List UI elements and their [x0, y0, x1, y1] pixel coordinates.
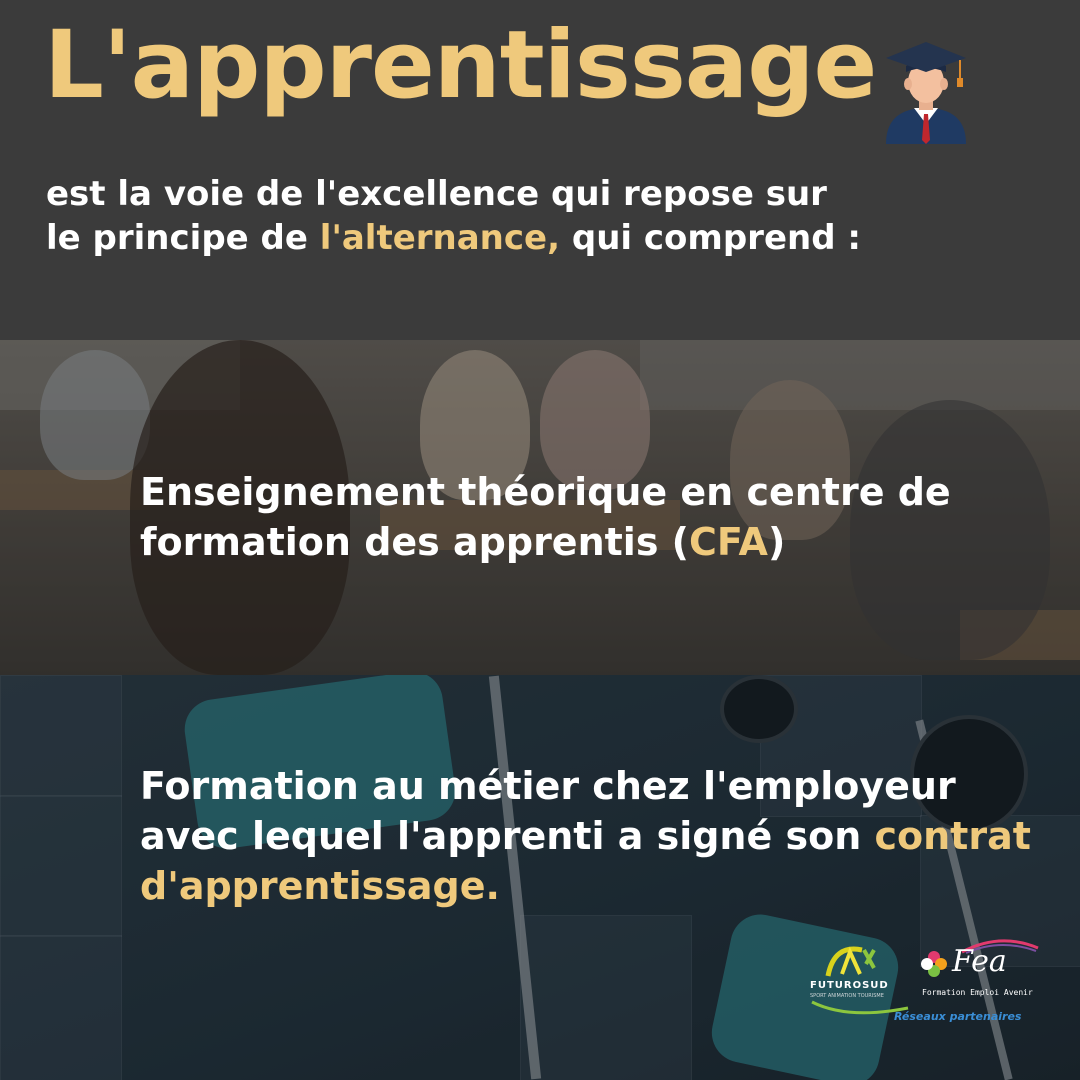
block2-line-1: Formation au métier chez l'employeur	[140, 764, 956, 808]
block1-line-2-after: )	[767, 520, 786, 564]
graduate-icon	[886, 42, 966, 144]
block2-line-2-before: avec lequel l'apprenti a signé son	[140, 814, 875, 858]
futurosud-name: FUTUROSUD	[810, 980, 889, 991]
fea-tagline: Formation Emploi Avenir	[922, 988, 1033, 997]
employer-text-block: Formation au métier chez l'employeur ave…	[140, 761, 1040, 911]
cfa-highlight: CFA	[689, 520, 768, 564]
block1-line-1: Enseignement théorique en centre de	[140, 470, 951, 514]
fea-flower-icon	[921, 951, 947, 977]
header-section: L'apprentissage est la voie de l'excelle…	[0, 0, 1080, 340]
fea-name: Fea	[952, 944, 1007, 979]
block1-line-2: formation des apprentis (CFA)	[140, 517, 1000, 567]
block2-line-3: d'apprentissage.	[140, 864, 500, 908]
futurosud-mark-icon	[825, 946, 876, 977]
intro-line-1: est la voie de l'excellence qui repose s…	[46, 174, 827, 214]
block1-line-2-before: formation des apprentis (	[140, 520, 690, 564]
fea-logo: Fea Formation Emploi Avenir	[920, 939, 1039, 1000]
cfa-text-block: Enseignement théorique en centre de form…	[140, 467, 1000, 567]
intro-line-2-before: le principe de	[46, 218, 320, 258]
futurosud-logo: FUTUROSUD SPORT ANIMATION TOURISME	[808, 940, 913, 1015]
intro-line-2: le principe de l'alternance, qui compren…	[46, 216, 946, 260]
block2-line-2: avec lequel l'apprenti a signé son contr…	[140, 811, 1040, 861]
intro-text: est la voie de l'excellence qui repose s…	[46, 172, 946, 260]
contrat-highlight: contrat	[874, 814, 1031, 858]
partners-label: Réseaux partenaires	[894, 1010, 1022, 1023]
page-title: L'apprentissage	[44, 11, 877, 120]
alternance-highlight: l'alternance,	[319, 218, 561, 258]
intro-line-2-after: qui comprend :	[560, 218, 861, 258]
infographic-page: L'apprentissage est la voie de l'excelle…	[0, 0, 1080, 1080]
partner-logos: FUTUROSUD SPORT ANIMATION TOURISME Fea F…	[808, 939, 1039, 1030]
